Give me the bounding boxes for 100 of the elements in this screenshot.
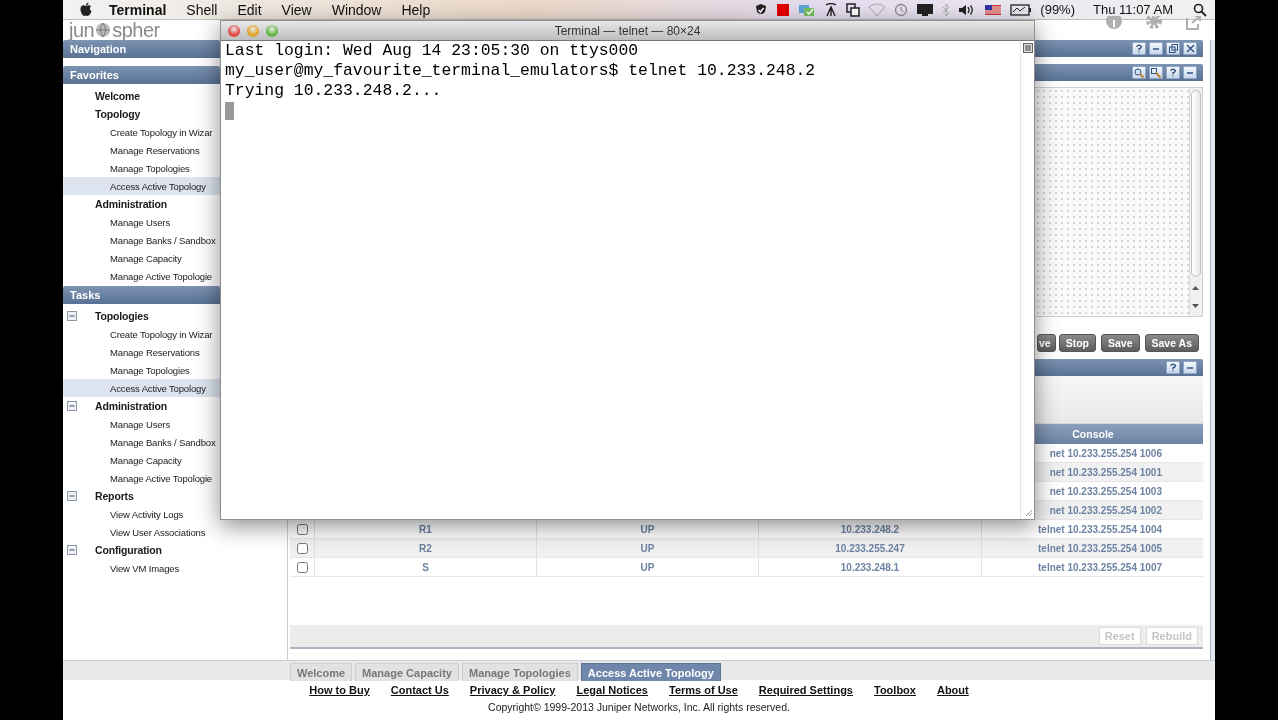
nav-item[interactable]: Manage Topologies [63,361,220,379]
footer-link[interactable]: About [936,684,969,696]
nav-item[interactable]: View Activity Logs [63,505,220,523]
nav-item[interactable]: Manage Capacity [63,451,220,469]
footer-link[interactable]: Terms of Use [669,684,738,696]
nav-item[interactable]: Manage Banks / Sandbox [63,231,220,249]
favorites-header[interactable]: Favorites [63,66,220,84]
film-icon [776,2,791,17]
nav-group-label[interactable]: Topology [95,108,141,120]
nav-item[interactable]: View VM Images [63,559,220,577]
toolbar-button[interactable]: Stop [1058,334,1096,352]
nav-item[interactable]: Manage Users [63,213,220,231]
tree-group-label[interactable]: Topologies [95,310,149,322]
nav-item[interactable]: Manage Banks / Sandbox [63,433,220,451]
battery-icon [1010,2,1033,17]
battery-percentage: (99%) [1040,2,1075,17]
console-link[interactable]: telnet 10.233.255.254 1004 [1038,523,1162,535]
collapse-icon[interactable] [67,401,77,411]
menu-item[interactable]: Help [401,1,431,18]
menu-item[interactable]: Window [331,1,382,18]
console-link[interactable]: net 10.233.255.254 1002 [1049,504,1162,516]
footer-link[interactable]: Contact Us [390,684,449,696]
nav-item[interactable]: Manage Topologies [63,159,220,177]
console-link[interactable]: telnet 10.233.255.254 1005 [1038,542,1162,554]
help-icon [1169,68,1177,77]
tree-group-label[interactable]: Configuration [95,544,162,556]
tree-group-label[interactable]: Administration [95,400,167,412]
footer-link[interactable]: Toolbox [874,684,916,696]
nav-item[interactable]: Access Active Topology [63,177,220,195]
nav-item[interactable]: Manage Users [63,415,220,433]
app-menu[interactable]: Terminal [109,1,167,18]
nav-item[interactable]: Manage Capacity [63,249,220,267]
tasks-header[interactable]: Tasks [63,286,220,304]
console-link[interactable]: net 10.233.255.254 1001 [1049,466,1162,478]
row-checkbox[interactable] [296,523,308,535]
scroll-down-icon [1190,303,1201,310]
nav-item[interactable]: Manage Active Topologie [63,469,220,487]
restore-button[interactable] [1166,42,1180,55]
table-cell: 10.233.255.247 [835,542,905,554]
bottom-tab[interactable]: Manage Topologies [461,663,578,681]
shield-check-icon [754,2,769,17]
collapse-icon[interactable] [67,491,77,501]
copyright-text: Copyright© 1999-2013 Juniper Networks, Inc. All rights reserved. [488,701,790,713]
zoom-in-button[interactable] [1132,66,1146,79]
search-icon [1193,2,1207,17]
help-button[interactable] [1166,361,1180,374]
text-cursor [225,102,234,120]
toolbar-button[interactable]: Save As [1144,334,1199,352]
minimize-button[interactable] [1183,66,1197,79]
nav-item[interactable]: Create Topology in Wizar [63,123,220,141]
footer-link[interactable]: Required Settings [758,684,853,696]
help-button[interactable] [1132,42,1146,55]
footer-link[interactable]: How to Buy [309,684,370,696]
console-link[interactable]: telnet 10.233.255.254 1007 [1038,561,1162,573]
menu-bar-clock[interactable]: Thu 11:07 AM [1093,2,1173,17]
minimize-button[interactable] [1183,361,1197,374]
bottom-tab[interactable]: Access Active Topology [580,663,721,681]
collapse-icon[interactable] [67,545,77,555]
close-window-button[interactable] [228,25,240,37]
toolbar-button[interactable]: Save [1101,334,1140,352]
tree-group-label[interactable]: Reports [95,490,134,502]
restore-icon [1168,44,1178,53]
menu-item[interactable]: Shell [186,1,218,18]
nav-item[interactable]: Create Topology in Wizar [63,325,220,343]
row-checkbox[interactable] [296,542,308,554]
nav-group-label[interactable]: Administration [95,198,167,210]
close-button[interactable] [1183,42,1197,55]
nav-item[interactable]: Manage Active Topologie [63,267,220,285]
nav-item[interactable]: Manage Reservations [63,141,220,159]
bottom-tab[interactable]: Welcome [290,663,353,681]
zoom-fit-button[interactable] [1149,66,1163,79]
bluetooth-icon [942,2,951,17]
table-cell: R2 [419,542,432,554]
bottom-tab[interactable]: Manage Capacity [355,663,459,681]
table-cell: UP [640,561,655,573]
help-button[interactable] [1166,66,1180,79]
display-icon [916,2,935,17]
minimize-button[interactable] [1149,42,1163,55]
window-title: Terminal — telnet — 80×24 [554,23,701,38]
zoom-icon [1134,67,1144,78]
footer-link[interactable]: Privacy & Policy [469,684,556,696]
menu-item[interactable]: View [281,1,312,18]
collapse-icon[interactable] [67,311,77,321]
nav-item[interactable]: View User Associations [63,523,220,541]
toolbar-button[interactable]: ve [1036,334,1056,352]
nav-group-label[interactable]: Welcome [95,90,140,102]
row-checkbox[interactable] [296,561,308,573]
wifi-icon [868,2,887,17]
flag-icon [984,2,1003,17]
menu-item[interactable]: Edit [237,1,262,18]
windows-icon [846,2,861,17]
table-cell: 10.233.248.1 [840,561,900,573]
scrollbar[interactable] [1189,88,1202,316]
terminal-line: Last login: Wed Aug 14 23:05:30 on ttys000 [225,41,640,61]
nav-item[interactable]: Access Active Topology [63,379,220,397]
footer-link[interactable]: Legal Notices [576,684,648,696]
console-link[interactable]: net 10.233.255.254 1006 [1049,447,1162,459]
nav-item[interactable]: Manage Reservations [63,343,220,361]
scroll-up-icon [1190,284,1201,291]
console-link[interactable]: net 10.233.255.254 1003 [1049,485,1162,497]
